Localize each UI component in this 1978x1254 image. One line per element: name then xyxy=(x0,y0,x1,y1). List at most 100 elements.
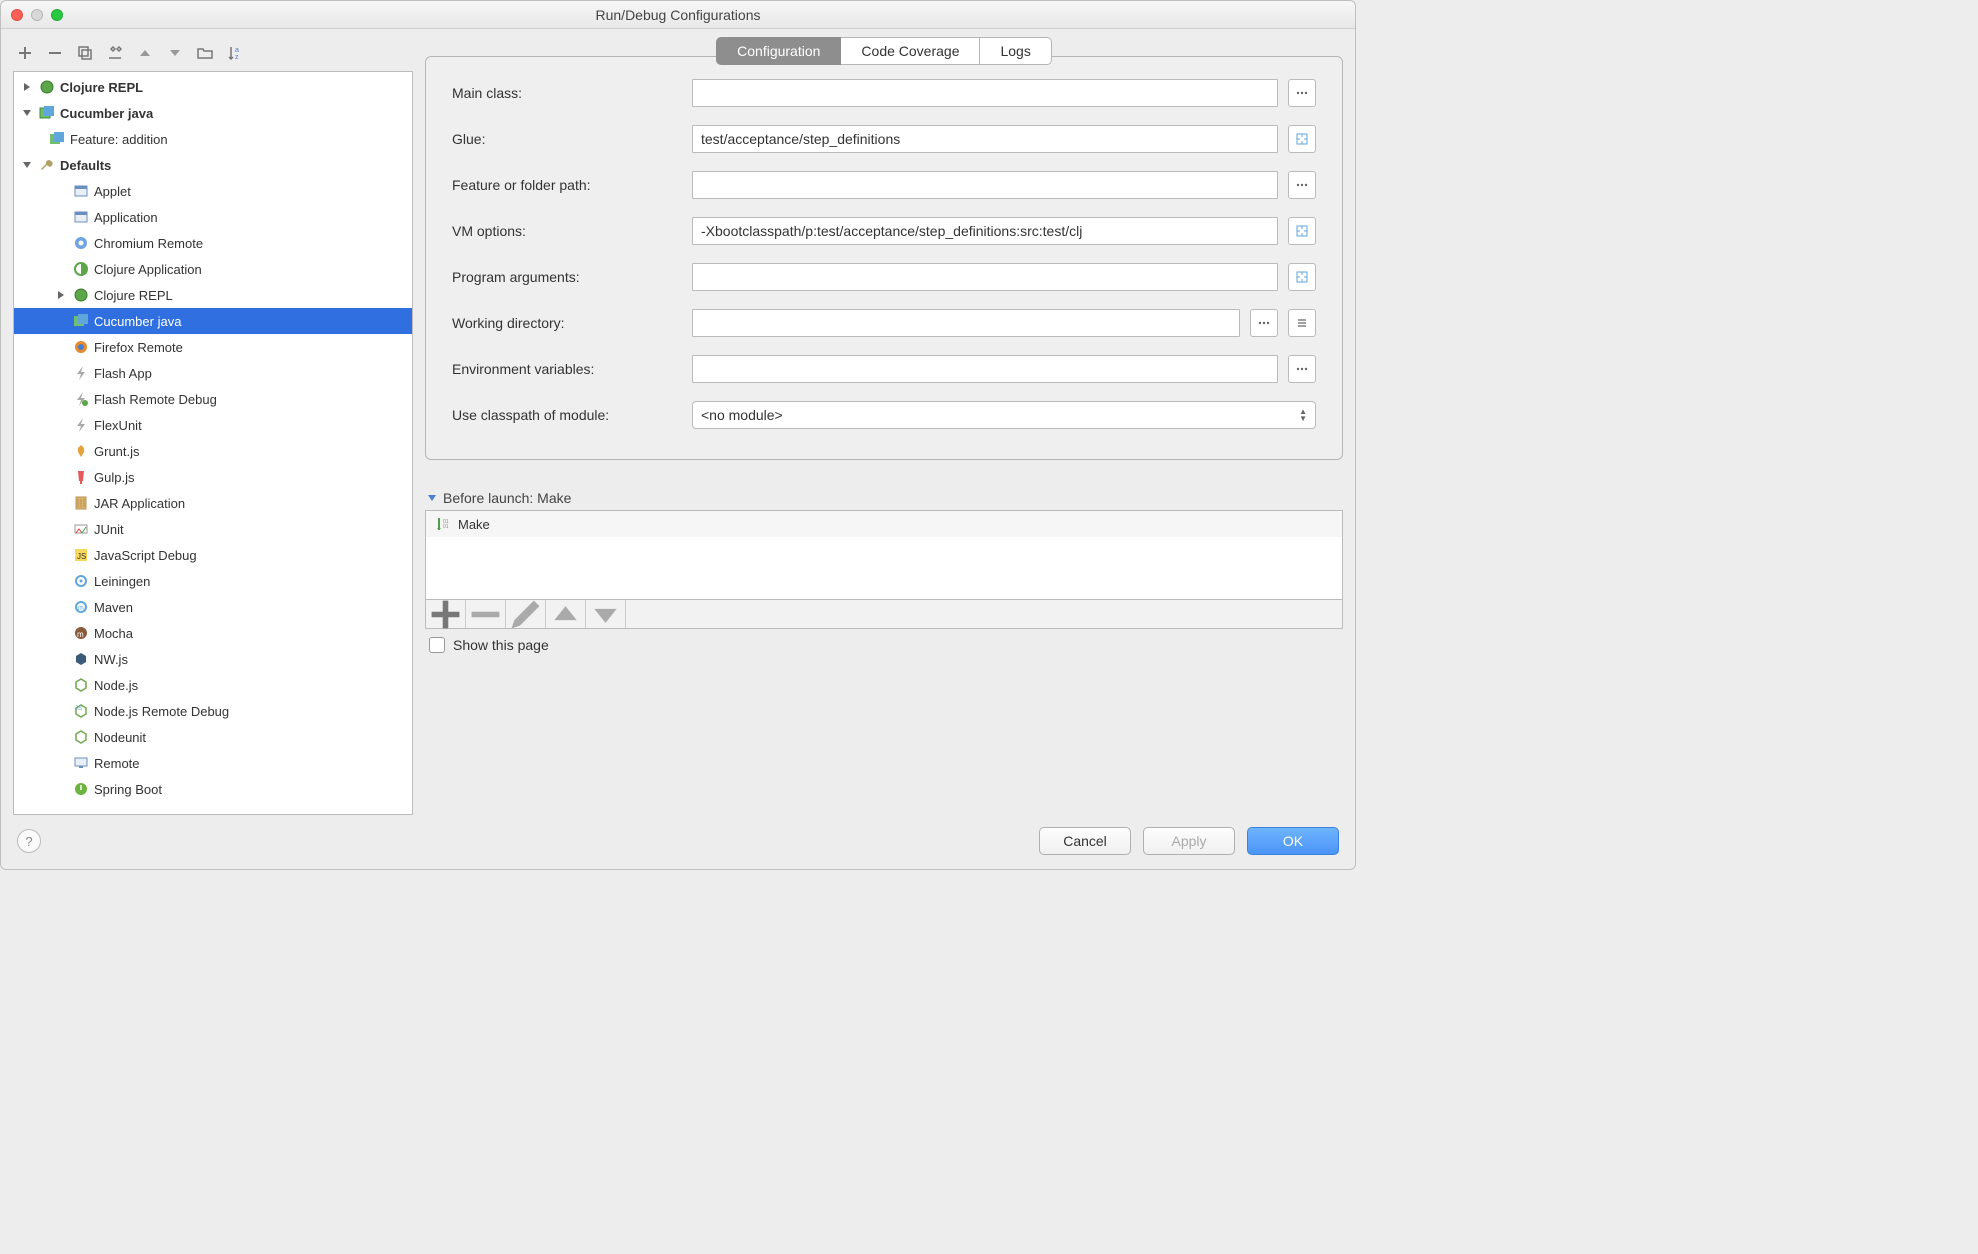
module-select[interactable]: <no module> ▲▼ xyxy=(692,401,1316,429)
tree-label: Flash App xyxy=(94,366,152,381)
tree-label: Maven xyxy=(94,600,133,615)
tree-item-spring-boot[interactable]: Spring Boot xyxy=(14,776,412,802)
tree-item-jar-application[interactable]: JAR Application xyxy=(14,490,412,516)
copy-config-icon[interactable] xyxy=(75,43,95,63)
cancel-button[interactable]: Cancel xyxy=(1039,827,1131,855)
tree-label: JAR Application xyxy=(94,496,185,511)
tree-item-nwjs[interactable]: NW.js xyxy=(14,646,412,672)
tree-label: Clojure REPL xyxy=(94,288,173,303)
program-args-input[interactable] xyxy=(692,263,1278,291)
tree-item-applet[interactable]: Applet xyxy=(14,178,412,204)
sidebar: az Clojure REPL Cucumber java xyxy=(13,39,413,815)
applet-icon xyxy=(72,182,90,200)
remove-task-icon[interactable] xyxy=(466,600,506,628)
tree-item-flash-app[interactable]: Flash App xyxy=(14,360,412,386)
tree-item-javascript-debug[interactable]: JS JavaScript Debug xyxy=(14,542,412,568)
before-launch-list[interactable]: 0101 Make xyxy=(425,510,1343,600)
ok-button[interactable]: OK xyxy=(1247,827,1339,855)
configuration-panel: Main class: Glue: Feature or folder path… xyxy=(425,56,1343,460)
tree-label: Cucumber java xyxy=(60,106,153,121)
dialog-window: Run/Debug Configurations az xyxy=(0,0,1356,870)
tree-item-firefox-remote[interactable]: Firefox Remote xyxy=(14,334,412,360)
maven-icon: m xyxy=(72,598,90,616)
settings-icon[interactable] xyxy=(105,43,125,63)
expand-glue-button[interactable] xyxy=(1288,125,1316,153)
browse-feature-button[interactable] xyxy=(1288,171,1316,199)
tree-item-leiningen[interactable]: Leiningen xyxy=(14,568,412,594)
tree-label: Gulp.js xyxy=(94,470,134,485)
svg-text:m: m xyxy=(78,605,84,612)
sort-alpha-icon[interactable]: az xyxy=(225,43,245,63)
feature-path-input[interactable] xyxy=(692,171,1278,199)
expand-vm-button[interactable] xyxy=(1288,217,1316,245)
tree-item-nodeunit[interactable]: Nodeunit xyxy=(14,724,412,750)
spring-boot-icon xyxy=(72,780,90,798)
firefox-icon xyxy=(72,338,90,356)
tree-label: Application xyxy=(94,210,158,225)
folder-icon[interactable] xyxy=(195,43,215,63)
tree-item-maven[interactable]: m Maven xyxy=(14,594,412,620)
tree-item-gulp[interactable]: Gulp.js xyxy=(14,464,412,490)
tree-item-remote[interactable]: Remote xyxy=(14,750,412,776)
tree-item-flexunit[interactable]: FlexUnit xyxy=(14,412,412,438)
svg-text:a: a xyxy=(235,47,239,54)
tree-item-flash-remote-debug[interactable]: Flash Remote Debug xyxy=(14,386,412,412)
before-launch-item[interactable]: 0101 Make xyxy=(426,511,1342,537)
main-row: az Clojure REPL Cucumber java xyxy=(13,39,1343,815)
tab-configuration[interactable]: Configuration xyxy=(716,37,841,65)
apply-button[interactable]: Apply xyxy=(1143,827,1235,855)
move-up-icon[interactable] xyxy=(135,43,155,63)
cucumber-icon xyxy=(38,104,56,122)
move-down-icon[interactable] xyxy=(165,43,185,63)
add-config-icon[interactable] xyxy=(15,43,35,63)
tree-node-defaults[interactable]: Defaults xyxy=(14,152,412,178)
move-task-down-icon[interactable] xyxy=(586,600,626,628)
tree-item-grunt[interactable]: Grunt.js xyxy=(14,438,412,464)
remote-icon xyxy=(72,754,90,772)
show-this-page-row[interactable]: Show this page xyxy=(425,637,1343,653)
help-icon[interactable]: ? xyxy=(17,829,41,853)
tree-item-mocha[interactable]: mMocha xyxy=(14,620,412,646)
tab-logs[interactable]: Logs xyxy=(980,37,1051,65)
tree-item-clojure-repl[interactable]: Clojure REPL xyxy=(14,282,412,308)
browse-working-dir-button[interactable] xyxy=(1250,309,1278,337)
edit-task-icon[interactable] xyxy=(506,600,546,628)
show-page-checkbox[interactable] xyxy=(429,637,445,653)
browse-env-button[interactable] xyxy=(1288,355,1316,383)
tree-item-nodejs[interactable]: Node.js xyxy=(14,672,412,698)
junit-icon xyxy=(72,520,90,538)
move-task-up-icon[interactable] xyxy=(546,600,586,628)
show-page-label: Show this page xyxy=(453,637,549,653)
env-vars-input[interactable] xyxy=(692,355,1278,383)
wrench-icon xyxy=(38,156,56,174)
tab-code-coverage[interactable]: Code Coverage xyxy=(841,37,980,65)
before-launch-header[interactable]: Before launch: Make xyxy=(425,490,1343,506)
tree-label: Cucumber java xyxy=(94,314,181,329)
tree-node-clojure-repl[interactable]: Clojure REPL xyxy=(14,74,412,100)
svg-text:JS: JS xyxy=(77,552,86,561)
remove-config-icon[interactable] xyxy=(45,43,65,63)
tree-item-clojure-application[interactable]: Clojure Application xyxy=(14,256,412,282)
tree-item-nodejs-remote-debug[interactable]: JSNode.js Remote Debug xyxy=(14,698,412,724)
add-task-icon[interactable] xyxy=(426,600,466,628)
dialog-body: az Clojure REPL Cucumber java xyxy=(1,29,1355,869)
before-launch-title: Before launch: Make xyxy=(443,490,571,506)
tree-item-junit[interactable]: JUnit xyxy=(14,516,412,542)
main-class-input[interactable] xyxy=(692,79,1278,107)
chevron-right-icon xyxy=(54,290,68,300)
browse-main-class-button[interactable] xyxy=(1288,79,1316,107)
expand-args-button[interactable] xyxy=(1288,263,1316,291)
tree-item-application[interactable]: Application xyxy=(14,204,412,230)
tree-node-cucumber-java[interactable]: Cucumber java xyxy=(14,100,412,126)
tree-item-chromium-remote[interactable]: Chromium Remote xyxy=(14,230,412,256)
tree-node-feature-addition[interactable]: Feature: addition xyxy=(14,126,412,152)
glue-input[interactable] xyxy=(692,125,1278,153)
gulp-icon xyxy=(72,468,90,486)
vm-options-label: VM options: xyxy=(452,223,682,239)
working-dir-list-button[interactable] xyxy=(1288,309,1316,337)
working-dir-input[interactable] xyxy=(692,309,1240,337)
tree-label: JavaScript Debug xyxy=(94,548,197,563)
config-tree[interactable]: Clojure REPL Cucumber java Feature: addi… xyxy=(13,71,413,815)
tree-item-cucumber-java[interactable]: Cucumber java xyxy=(14,308,412,334)
vm-options-input[interactable] xyxy=(692,217,1278,245)
